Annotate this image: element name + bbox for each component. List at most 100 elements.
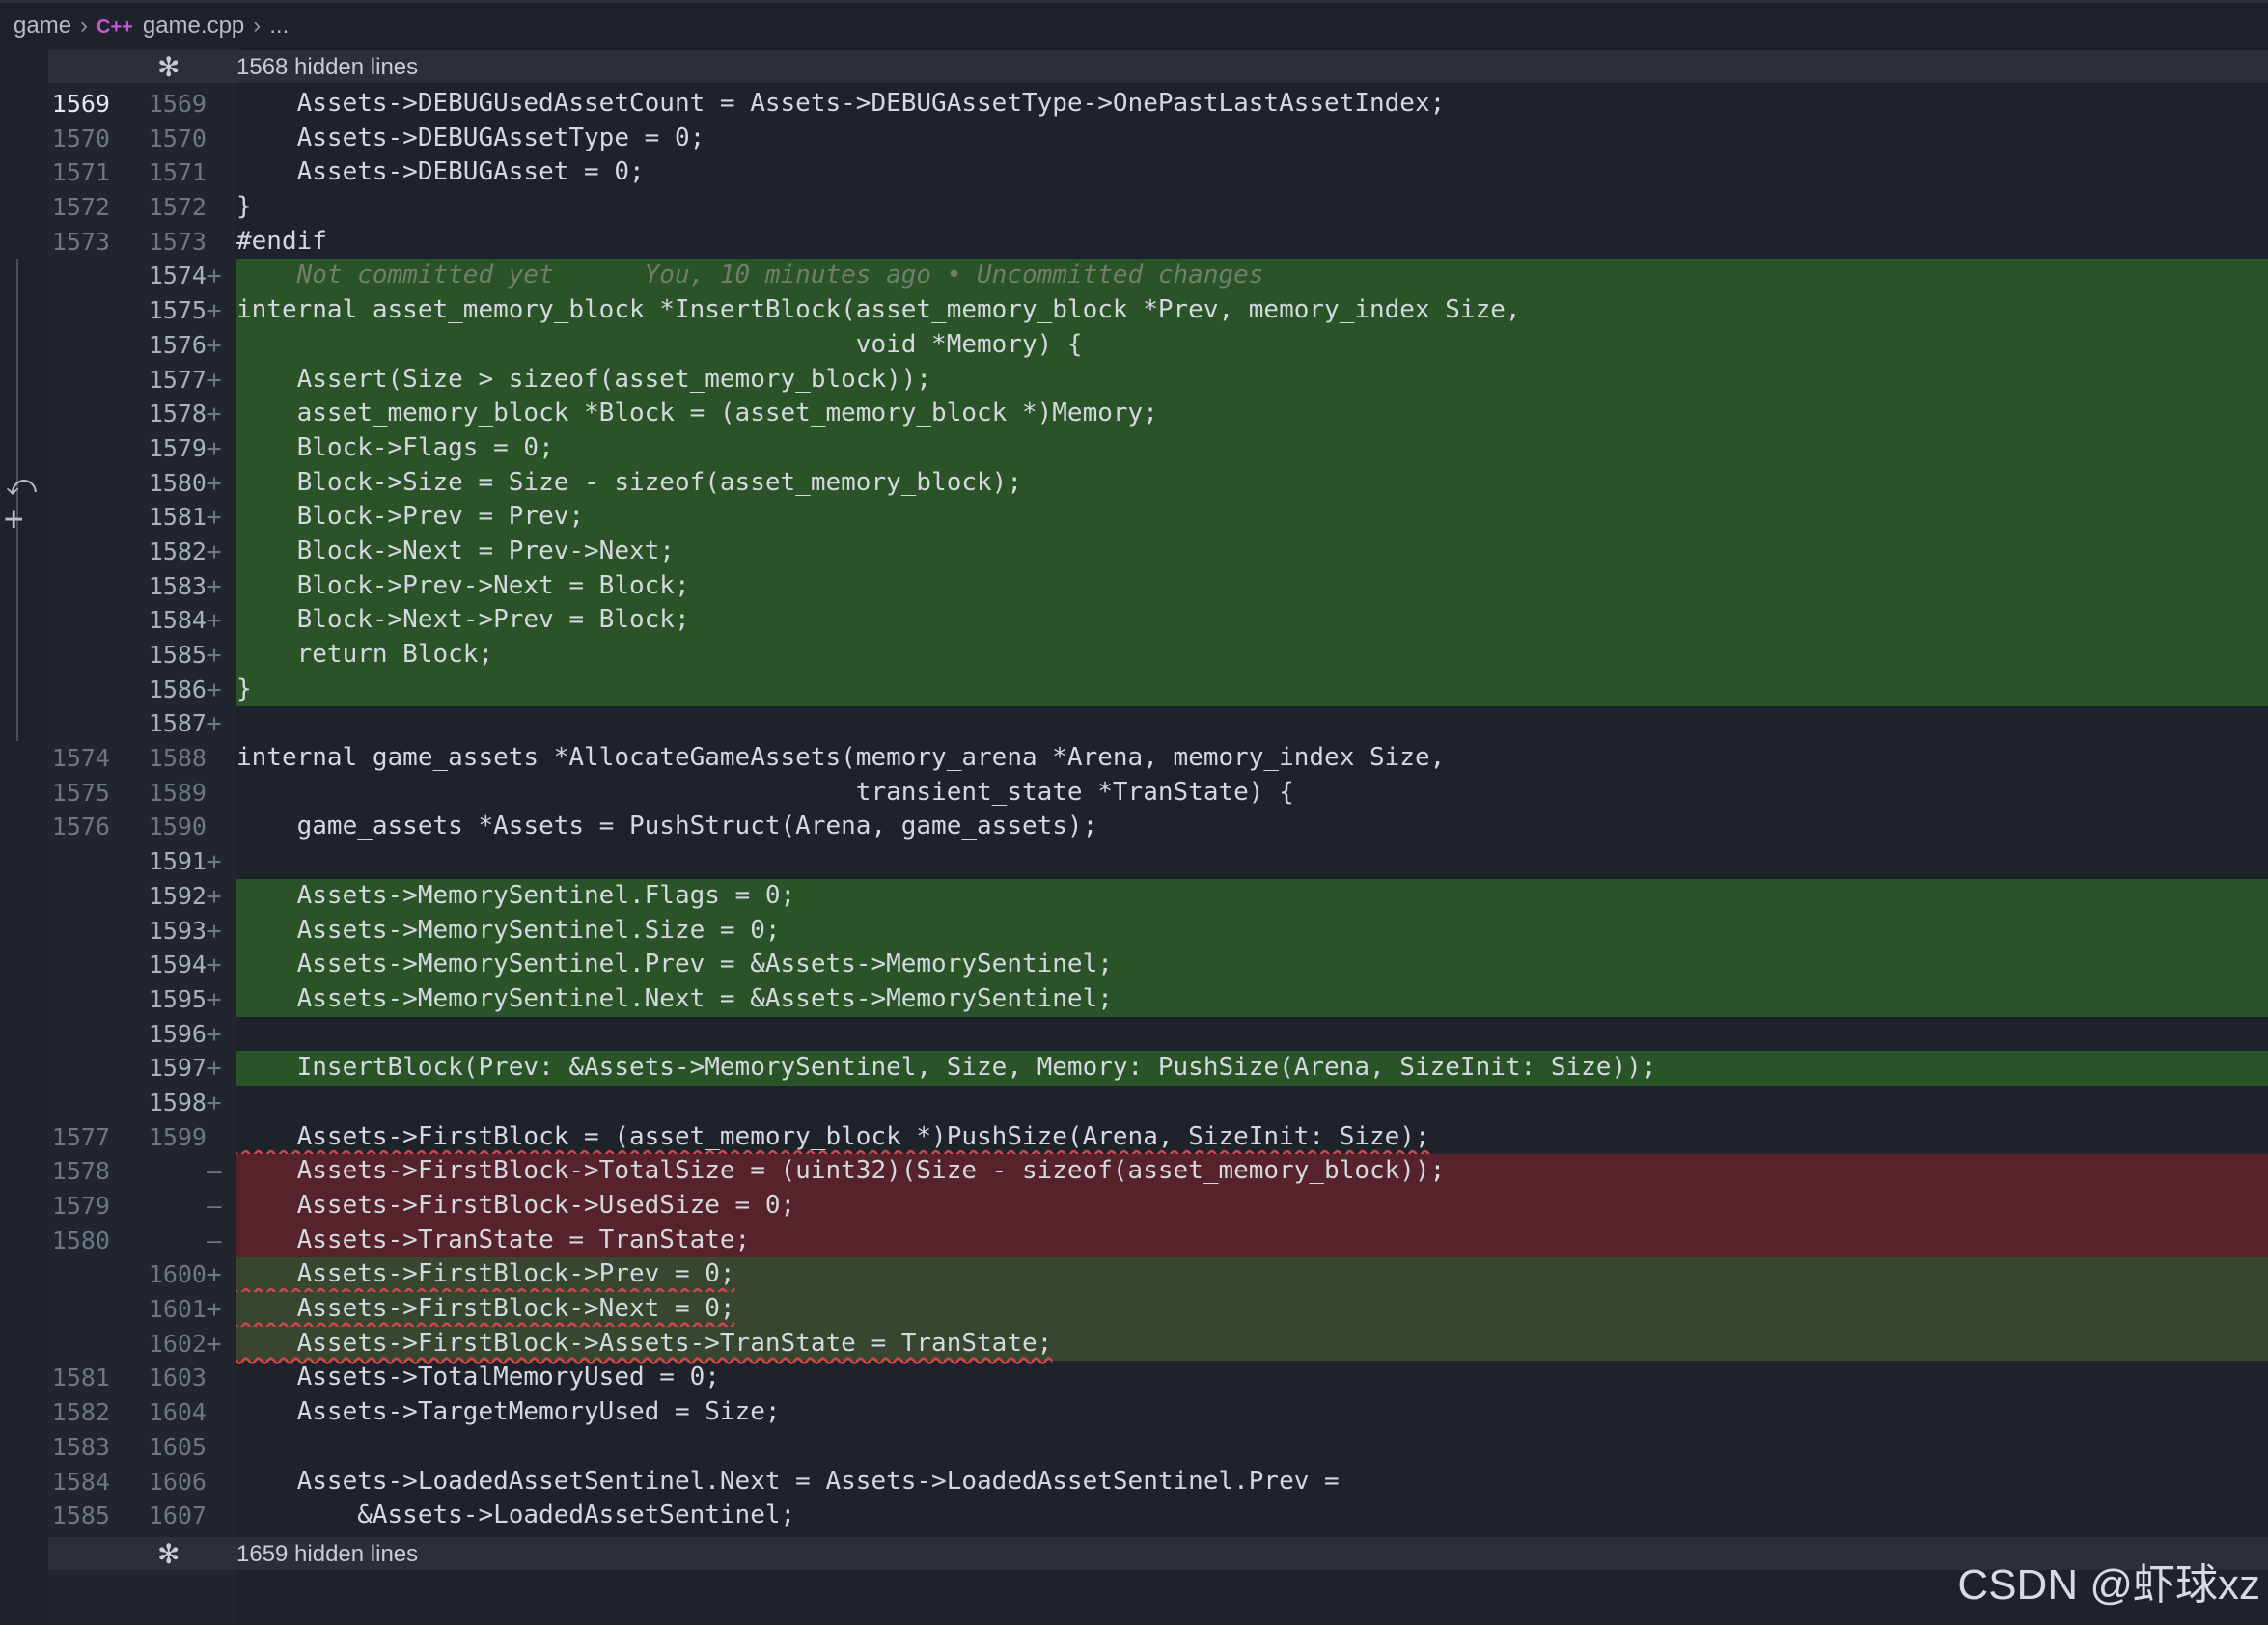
fold-gear-icon[interactable]: ✻ [157,51,180,83]
breadcrumb: game › C++ game.cpp ›... [14,13,289,40]
code-text[interactable]: Assets->DEBUGAssetType = 0; [236,122,2268,156]
code-text[interactable]: void *Memory) { [236,327,2268,363]
code-text[interactable]: Assets->FirstBlock->Next = 0; [236,1292,2268,1327]
code-line[interactable]: 1570 1570 Assets->DEBUGAssetType = 0; [0,122,2268,156]
code-line[interactable]: 1585 1607 &Assets->LoadedAssetSentinel; [0,1499,2268,1533]
code-line[interactable]: 1582 1604 Assets->TargetMemoryUsed = Size… [0,1395,2268,1430]
code-line[interactable]: 1580 + Block->Size = Size - sizeof(asset_… [0,465,2268,501]
code-text[interactable]: Assets->MemorySentinel.Flags = 0; [236,878,2268,914]
line-number-modified: 1585 [148,641,207,669]
code-text[interactable]: Assets->MemorySentinel.Prev = &Assets->M… [236,948,2268,982]
code-text[interactable]: Assets->FirstBlock->Prev = 0; [236,1257,2268,1293]
diff-marker: + [207,675,222,703]
code-text[interactable]: Not committed yet You, 10 minutes ago • … [236,259,2268,294]
code-text[interactable]: Assets->DEBUGUsedAssetCount = Assets->DE… [236,87,2268,122]
code-line[interactable]: 1577 + Assert(Size > sizeof(asset_memory_… [0,362,2268,398]
code-line[interactable]: 1602 + Assets->FirstBlock->Assets->TranSt… [0,1326,2268,1362]
code-line[interactable]: 1581 + Block->Prev = Prev; [0,500,2268,535]
diff-marker: + [207,641,222,669]
code-line[interactable]: 1600 + Assets->FirstBlock->Prev = 0; [0,1257,2268,1293]
code-line[interactable]: 1596 + [0,1017,2268,1052]
code-line[interactable]: 1584 1606 Assets->LoadedAssetSentinel.Nex… [0,1465,2268,1500]
code-text[interactable]: Block->Next = Prev->Next; [236,534,2268,569]
code-line[interactable]: 1582 + Block->Next = Prev->Next; [0,534,2268,569]
code-line[interactable]: 1583 1605 [0,1430,2268,1465]
code-line[interactable]: 1595 + Assets->MemorySentinel.Next = &Ass… [0,981,2268,1017]
line-number-original: 1585 [51,1501,110,1530]
code-text[interactable]: Assets->LoadedAssetSentinel.Next = Asset… [236,1465,2268,1500]
hidden-lines-fold-top[interactable]: ✻ 1568 hidden lines [48,50,2268,83]
hidden-lines-fold-bottom[interactable]: ✻ 1659 hidden lines [48,1537,2268,1570]
code-text[interactable]: Block->Size = Size - sizeof(asset_memory… [236,465,2268,501]
code-line[interactable]: 1575 1589 transient_state *TranState) { [0,776,2268,811]
code-text[interactable]: Assets->FirstBlock->TotalSize = (uint32)… [236,1154,2268,1190]
code-line[interactable]: 1576 1590 game_assets *Assets = PushStruc… [0,810,2268,844]
code-text[interactable]: Assets->MemorySentinel.Size = 0; [236,913,2268,949]
code-text[interactable]: InsertBlock(Prev: &Assets->MemorySentine… [236,1051,2268,1086]
line-number-original: 1580 [51,1226,110,1254]
code-text[interactable]: internal game_assets *AllocateGameAssets… [236,741,2268,776]
code-text[interactable]: Assets->MemorySentinel.Next = &Assets->M… [236,981,2268,1017]
code-text[interactable]: Block->Next->Prev = Block; [236,603,2268,639]
code-line[interactable]: 1585 + return Block; [0,638,2268,673]
code-line[interactable]: 1571 1571 Assets->DEBUGAsset = 0; [0,155,2268,190]
breadcrumb-file[interactable]: game.cpp [143,13,244,39]
hidden-lines-label: 1659 hidden lines [236,1541,419,1567]
code-line[interactable]: 1569 1569 Assets->DEBUGUsedAssetCount = A… [0,87,2268,122]
code-line[interactable]: 1598 + [0,1086,2268,1120]
code-line[interactable]: 1578 + asset_memory_block *Block = (asset… [0,397,2268,431]
code-text[interactable]: Block->Flags = 0; [236,430,2268,466]
code-line[interactable]: 1586 +} [0,672,2268,707]
code-line[interactable]: 1594 + Assets->MemorySentinel.Prev = &Ass… [0,948,2268,982]
line-number-modified: 1588 [148,744,207,773]
code-line[interactable]: 1597 + InsertBlock(Prev: &Assets->MemoryS… [0,1051,2268,1086]
code-text[interactable]: transient_state *TranState) { [236,776,2268,811]
code-text[interactable]: } [236,672,2268,707]
code-text[interactable]: &Assets->LoadedAssetSentinel; [236,1499,2268,1533]
code-line[interactable]: 1574 1588 internal game_assets *AllocateGa… [0,741,2268,776]
code-line[interactable]: 1581 1603 Assets->TotalMemoryUsed = 0; [0,1361,2268,1395]
chevron-right-icon: › [253,13,262,39]
code-text[interactable]: Assets->TotalMemoryUsed = 0; [236,1361,2268,1395]
diff-editor[interactable]: 1569 1569 Assets->DEBUGUsedAssetCount = A… [0,87,2268,1533]
line-number-original: 1576 [51,812,110,841]
code-line[interactable]: 1574 + Not committed yet You, 10 minutes … [0,259,2268,294]
code-line[interactable]: 1576 + void *Memory) { [0,327,2268,363]
code-line[interactable]: 1575 + internal asset_memory_block *Insert… [0,293,2268,328]
code-line[interactable]: 1579 + Block->Flags = 0; [0,430,2268,466]
code-text[interactable]: Assets->FirstBlock->Assets->TranState = … [236,1326,2268,1362]
code-text[interactable]: return Block; [236,638,2268,673]
code-text[interactable]: internal asset_memory_block *InsertBlock… [236,293,2268,328]
code-line[interactable]: 1593 + Assets->MemorySentinel.Size = 0; [0,913,2268,949]
fold-gear-icon[interactable]: ✻ [157,1538,180,1570]
code-text[interactable]: Assets->FirstBlock = (asset_memory_block… [236,1120,2268,1155]
code-line[interactable]: 1577 1599 Assets->FirstBlock = (asset_mem… [0,1120,2268,1155]
code-text[interactable]: Assets->DEBUGAsset = 0; [236,155,2268,190]
code-line[interactable]: 1584 + Block->Next->Prev = Block; [0,603,2268,639]
line-number-modified: 1572 [148,193,207,222]
code-line[interactable]: 1580 — Assets->TranState = TranState; [0,1223,2268,1258]
code-line[interactable]: 1578 — Assets->FirstBlock->TotalSize = (u… [0,1154,2268,1190]
line-number-modified: 1586 [148,675,207,703]
code-text[interactable]: #endif [236,225,2268,260]
code-line[interactable]: 1587 + [0,706,2268,741]
code-line[interactable]: 1601 + Assets->FirstBlock->Next = 0; [0,1292,2268,1327]
breadcrumb-folder[interactable]: game [14,13,71,39]
code-text[interactable]: Block->Prev->Next = Block; [236,568,2268,604]
code-text[interactable]: } [236,190,2268,225]
code-text[interactable]: Assets->TranState = TranState; [236,1223,2268,1258]
code-line[interactable]: 1591 + [0,844,2268,879]
code-text[interactable]: Assets->FirstBlock->UsedSize = 0; [236,1189,2268,1224]
code-text[interactable]: Block->Prev = Prev; [236,500,2268,535]
code-line[interactable]: 1583 + Block->Prev->Next = Block; [0,568,2268,604]
diff-marker: + [207,847,222,876]
code-text[interactable]: Assets->TargetMemoryUsed = Size; [236,1395,2268,1430]
code-line[interactable]: 1579 — Assets->FirstBlock->UsedSize = 0; [0,1189,2268,1224]
code-text[interactable]: game_assets *Assets = PushStruct(Arena, … [236,810,2268,844]
code-line[interactable]: 1592 + Assets->MemorySentinel.Flags = 0; [0,878,2268,914]
code-line[interactable]: 1573 1573 #endif [0,225,2268,260]
code-text[interactable]: Assert(Size > sizeof(asset_memory_block)… [236,362,2268,398]
code-line[interactable]: 1572 1572} [0,190,2268,225]
breadcrumb-more[interactable]: ... [269,13,289,39]
code-text[interactable]: asset_memory_block *Block = (asset_memor… [236,397,2268,431]
